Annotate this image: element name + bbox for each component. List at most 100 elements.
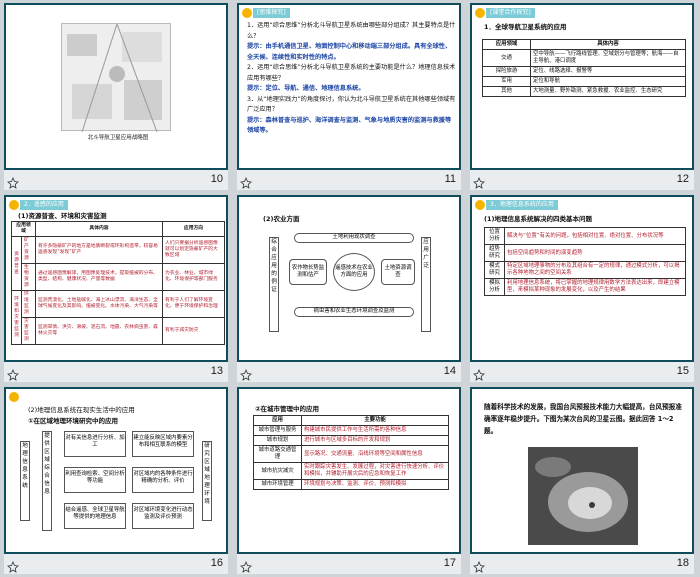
slide-thumb-15[interactable]: 3．地理信息系统的应用 (1)地理信息系统解决的四类基本问题 位置分析 解决与“位…: [466, 192, 699, 384]
table-cell: 城市环境管理: [253, 479, 302, 490]
star-icon[interactable]: [240, 174, 252, 189]
table-cell: 有利于减灾防灾: [162, 317, 225, 345]
gnss-table: 应用领域 具体内容 交通 空中导航——飞行路线管理、空域划分与管理等；航海——自主导…: [482, 39, 686, 97]
table-cell: 构建城市民提供工作与生活所需的各种信息: [301, 425, 449, 436]
slide-strip: [470, 170, 694, 190]
section-banner: [思维探究]: [253, 8, 290, 18]
question-3: 3．从“地理实践力”的角度探讨，你认为北斗导航卫星系统在其他哪些领域有广泛应用？: [247, 95, 456, 114]
slide-strip: [4, 554, 228, 574]
slide-heading: (2)地理信息系统在现实生活中的应用: [28, 406, 135, 414]
slide-thumb-10[interactable]: 北斗导航卫星应用战略图 10: [0, 0, 233, 192]
slide-number: 14: [443, 365, 456, 377]
table-cell: 其他: [482, 86, 531, 97]
answer-1: 提示：由手机通信卫星、地面控制中心和移动端三部分组成。具有全球性、全天候、连续性…: [247, 43, 452, 61]
top-box: 土地利用现状调查: [294, 233, 414, 243]
region-label: 研究区域地理环境: [202, 441, 212, 521]
slide-heading: ②在城市管理中的应用: [255, 405, 320, 413]
star-icon[interactable]: [473, 366, 485, 381]
table-cell: 显示路况、交通流量、沿线环境等空间和属性信息: [301, 445, 449, 463]
slide-thumb-13[interactable]: 2．遥感的应用 (1)资源普查、环境和灾害监测 应用领域 具体内容 应用方向 资源普…: [0, 192, 233, 384]
slide-strip: [470, 362, 694, 382]
slide-canvas: 北斗导航卫星应用战略图: [4, 3, 228, 170]
flow-box: 利用查询检索、空间分析等功能: [64, 467, 126, 493]
slide-canvas: ②在城市管理中的应用 应用 主要功能 城市管理与服务 构建城市民提供工作与生活所需的…: [237, 387, 461, 554]
table-cell: 城市管理与服务: [253, 425, 302, 436]
sun-icon: [475, 8, 485, 18]
center-ellipse: 遥感技术在农业方面的应用: [333, 253, 375, 291]
table-cell: 监测荒漠化、土地盐碱化、海上冰山漂流、海洋生态、全球气候变化及其影响、植被变化、…: [35, 290, 163, 318]
left-label-box: 综合应用的例证: [269, 237, 279, 332]
table-cell: 有许多隐蔽矿产的地方是地质断裂或环形构造带，较容易遥感发现“发现”矿产: [35, 236, 163, 264]
slide-strip: [237, 170, 461, 190]
star-icon[interactable]: [240, 366, 252, 381]
table-cell: 探险旅游: [482, 66, 531, 77]
star-icon[interactable]: [473, 174, 485, 189]
table-cell: 灾害监测: [21, 317, 36, 345]
info-label: 提供区域综合信息: [42, 431, 52, 531]
slide-number: 16: [210, 557, 223, 569]
slide-subheading: ①在区域地理环境研究中的应用: [28, 417, 119, 425]
slide-thumb-18[interactable]: 随着科学技术的发展，我国台风预报技术能力大幅提高，台风预报准确率逐年稳步提升。下…: [466, 384, 699, 576]
star-icon[interactable]: [473, 558, 485, 573]
col-header: 应用: [253, 415, 302, 426]
satellite-cloud-image: [528, 447, 638, 545]
star-icon[interactable]: [7, 174, 19, 189]
star-icon[interactable]: [7, 366, 19, 381]
table-cell: 环境和灾害监测: [11, 290, 22, 345]
slide-heading: (1)资源普查、环境和灾害监测: [18, 212, 107, 220]
slide-thumb-16[interactable]: (2)地理信息系统在现实生活中的应用 ①在区域地理环境研究中的应用 地理信息系统…: [0, 384, 233, 576]
slide-thumb-14[interactable]: (2)农业方面 综合应用的例证 应用广泛 土地利用现状调查 农作物长势监测和估产…: [233, 192, 466, 384]
table-cell: 环境规划与决策、监测、评价、预测和模拟: [301, 479, 449, 490]
flow-box: 对区域环境变化进行动态监测及评价预测: [132, 503, 194, 529]
table-cell: 利用地理信息系统，将已掌握的地理规律用数学方法表达出来，即建立模型，来模拟某种现…: [504, 278, 686, 296]
slide-number: 17: [443, 557, 456, 569]
left-box: 农作物长势监测和估产: [289, 259, 327, 285]
slide-thumb-17[interactable]: ②在城市管理中的应用 应用 主要功能 城市管理与服务 构建城市民提供工作与生活所需的…: [233, 384, 466, 576]
section-banner: 2．遥感的应用: [20, 200, 68, 210]
slide-canvas: (2)地理信息系统在现实生活中的应用 ①在区域地理环境研究中的应用 地理信息系统…: [4, 387, 228, 554]
table-cell: 有利于人们了解环境变化，便于环境保护和治理: [162, 290, 225, 318]
table-cell: 人们只要据分析遥感图像就可以划定隐蔽矿产的大致区域: [162, 236, 225, 264]
col-header: 具体内容: [530, 39, 686, 50]
star-icon[interactable]: [240, 558, 252, 573]
slide-number: 11: [444, 173, 456, 185]
slide-canvas: 3．地理信息系统的应用 (1)地理信息系统解决的四类基本问题 位置分析 解决与“位…: [470, 195, 694, 362]
gis-table: 位置分析 解决与“位置”有关的问题，包括相对位置、绝对位置、分布状况等 趋势研究包…: [484, 227, 686, 296]
flow-box: 建立能反映区域内要素分布和相互联系的模型: [132, 431, 194, 457]
slide-canvas: (2)农业方面 综合应用的例证 应用广泛 土地利用现状调查 农作物长势监测和估产…: [237, 195, 461, 362]
table-cell: 监测旱情、洪灾、滑坡、泥石流、地震、农林病虫害、森林火灾等: [35, 317, 163, 345]
map-caption: 北斗导航卫星应用战略图: [87, 135, 149, 141]
question-1: 1．运用“综合思维”分析北斗导航卫星系统由哪些部分组成？其主要特点是什么？: [247, 22, 456, 40]
table-cell: 定位和导航: [530, 76, 686, 87]
table-cell: 通过遥感图像解译，用图像处理技术，提取植被的分布、类型、结构、健康状况、产量等数…: [35, 263, 163, 291]
col-header: 具体内容: [35, 221, 163, 237]
slide-strip: [470, 554, 694, 574]
table-cell: 资源普查: [11, 236, 22, 291]
table-cell: 定位、线路选择、报警等: [530, 66, 686, 77]
table-cell: 军用: [482, 76, 531, 87]
table-cell: 位置分析: [484, 227, 505, 245]
slide-canvas: 2．遥感的应用 (1)资源普查、环境和灾害监测 应用领域 具体内容 应用方向 资源普…: [4, 195, 228, 362]
table-cell: 趋势研究: [484, 244, 505, 262]
sun-icon: [475, 200, 485, 210]
answer-2: 提示：定位、导航、通信、地理信息系统。: [247, 85, 365, 92]
table-cell: 解决与“位置”有关的问题，包括相对位置、绝对位置、分布状况等: [504, 227, 686, 245]
slide-canvas: [思维探究] 1．运用“综合思维”分析北斗导航卫星系统由哪些部分组成？其主要特点…: [237, 3, 461, 170]
table-cell: 大地测量、野外勘测、紧急救援、农业监控、生态研究: [530, 86, 686, 97]
slide-strip: [237, 554, 461, 574]
table-cell: 城市规划: [253, 435, 302, 446]
flow-box: 结合遥感、全球卫星导航等提供的地理信息: [64, 503, 126, 529]
table-cell: 空中导航——飞行路线管理、空域划分与管理等；航海——自主导航、港口调度: [530, 49, 686, 67]
table-cell: 进行城市与区域多目标的开发和规划: [301, 435, 449, 446]
slide-heading: (1)地理信息系统解决的四类基本问题: [484, 215, 592, 223]
bottom-box: 病虫害和农业生态环境调查及监测: [294, 307, 414, 317]
slide-thumb-11[interactable]: [思维探究] 1．运用“综合思维”分析北斗导航卫星系统由哪些部分组成？其主要特点…: [233, 0, 466, 192]
slide-strip: [4, 362, 228, 382]
slide-number: 12: [676, 173, 689, 185]
slide-number: 10: [210, 173, 223, 185]
slide-heading: 1．全球导航卫星系统的应用: [484, 23, 567, 31]
slide-thumb-12[interactable]: [课堂合作探究] 1．全球导航卫星系统的应用 应用领域 具体内容 交通 空中导航——…: [466, 0, 699, 192]
star-icon[interactable]: [7, 558, 19, 573]
flow-box: 对区域内的各种条件进行精确的分析、评价: [132, 467, 194, 493]
table-cell: 模拟分析: [484, 278, 505, 296]
